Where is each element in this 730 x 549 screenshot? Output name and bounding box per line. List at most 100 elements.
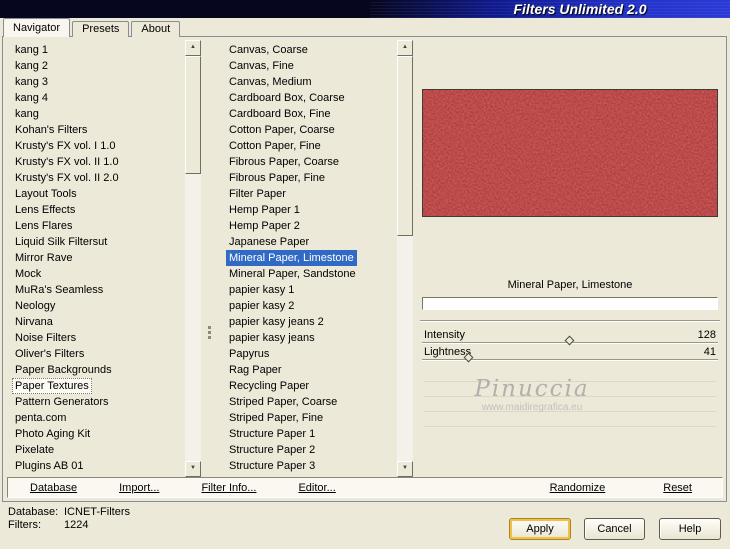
category-list-item[interactable]: MuRa's Seamless	[12, 282, 106, 298]
banner: Filters Unlimited 2.0	[370, 0, 730, 18]
filter-list-item[interactable]: Canvas, Medium	[226, 74, 315, 90]
import-button[interactable]: Import...	[119, 482, 159, 494]
category-list-item[interactable]: Layout Tools	[12, 186, 80, 202]
filter-list-item[interactable]: Fibrous Paper, Coarse	[226, 154, 342, 170]
divider-line	[424, 426, 716, 427]
category-list-item[interactable]: Krusty's FX vol. II 1.0	[12, 154, 122, 170]
category-list-item[interactable]: kang 3	[12, 74, 51, 90]
filter-list-item[interactable]: Striped Paper, Fine	[226, 410, 326, 426]
slider-value: 128	[697, 329, 716, 341]
category-list-item[interactable]: Plugins AB 01	[12, 458, 87, 474]
slider-label: Intensity	[424, 329, 465, 341]
category-list-item[interactable]: Pattern Generators	[12, 394, 112, 410]
editor-button[interactable]: Editor...	[298, 482, 335, 494]
category-scrollbar[interactable]: ▲ ▼	[185, 40, 201, 477]
filter-list-item[interactable]: papier kasy 2	[226, 298, 297, 314]
toolbar: Database Import... Filter Info... Editor…	[7, 477, 723, 498]
filter-list-item[interactable]: papier kasy 1	[226, 282, 297, 298]
cancel-button[interactable]: Cancel	[584, 518, 645, 540]
filter-list: Canvas, Coarse Canvas, Fine Canvas, Medium…	[214, 40, 397, 477]
filter-list-item[interactable]: Structure Paper 2	[226, 442, 318, 458]
watermark-name: Pinuccia	[474, 376, 590, 402]
watermark-url: www.maidiregrafica.eu	[481, 402, 583, 413]
category-list-item[interactable]: Krusty's FX vol. I 1.0	[12, 138, 119, 154]
filter-list-item[interactable]: Mineral Paper, Sandstone	[226, 266, 359, 282]
divider	[420, 320, 720, 322]
category-list-item[interactable]: Mirror Rave	[12, 250, 75, 266]
filter-list-item[interactable]: Rag Paper	[226, 362, 285, 378]
filter-list-item[interactable]: Cotton Paper, Coarse	[226, 122, 338, 138]
database-status-label: Database:	[8, 506, 59, 518]
randomize-button[interactable]: Randomize	[550, 482, 606, 494]
tab-strip: Navigator Presets About	[3, 18, 182, 37]
scroll-up-arrow-icon[interactable]: ▲	[185, 40, 201, 56]
filter-list-item[interactable]: papier kasy jeans	[226, 330, 318, 346]
filter-list-item[interactable]: Striped Paper, Coarse	[226, 394, 340, 410]
reset-button[interactable]: Reset	[663, 482, 692, 494]
category-list-item[interactable]: Liquid Silk Filtersut	[12, 234, 110, 250]
filters-count-value: 1224	[64, 519, 89, 531]
filter-list-item[interactable]: Hemp Paper 2	[226, 218, 303, 234]
filter-list-item[interactable]: Japanese Paper	[226, 234, 312, 250]
category-list-item[interactable]: penta.com	[12, 410, 69, 426]
filter-list-item[interactable]: Mineral Paper, Limestone	[226, 250, 357, 266]
category-list-item[interactable]: Krusty's FX vol. II 2.0	[12, 170, 122, 186]
filters-count-label: Filters:	[8, 519, 41, 531]
category-list-item[interactable]: Lens Flares	[12, 218, 75, 234]
scroll-up-arrow-icon[interactable]: ▲	[397, 40, 413, 56]
category-list-item[interactable]: Oliver's Filters	[12, 346, 87, 362]
filter-list-item[interactable]: Hemp Paper 1	[226, 202, 303, 218]
filter-list-item[interactable]: Structure Paper 1	[226, 426, 318, 442]
database-button[interactable]: Database	[30, 482, 77, 494]
intensity-slider-row: Intensity 128	[422, 329, 718, 346]
filter-list-item[interactable]: Canvas, Coarse	[226, 42, 311, 58]
tab-about[interactable]: About	[131, 21, 181, 37]
filter-list-item[interactable]: Cotton Paper, Fine	[226, 138, 324, 154]
filter-list-item[interactable]: Recycling Paper	[226, 378, 312, 394]
category-list-item[interactable]: Photo Aging Kit	[12, 426, 93, 442]
category-list-item[interactable]: kang 4	[12, 90, 51, 106]
filter-list-item[interactable]: Cardboard Box, Fine	[226, 106, 334, 122]
progress-bar	[422, 297, 718, 310]
scrollbar-thumb[interactable]	[397, 56, 413, 236]
category-list-item[interactable]: kang	[12, 106, 42, 122]
category-list-item[interactable]: Kohan's Filters	[12, 122, 90, 138]
category-list-item[interactable]: kang 1	[12, 42, 51, 58]
filter-list-item[interactable]: Canvas, Fine	[226, 58, 297, 74]
scroll-down-arrow-icon[interactable]: ▼	[185, 461, 201, 477]
tab-navigator[interactable]: Navigator	[3, 18, 71, 37]
toolbar-left-group: Database Import... Filter Info... Editor…	[30, 482, 336, 494]
category-list-item[interactable]: Lens Effects	[12, 202, 78, 218]
preview-caption: Mineral Paper, Limestone	[507, 279, 633, 291]
lightness-slider-row: Lightness 41	[422, 346, 718, 363]
help-button[interactable]: Help	[659, 518, 721, 540]
category-list-item[interactable]: Nirvana	[12, 314, 56, 330]
toolbar-right-group: Randomize Reset	[550, 482, 692, 494]
watermark: Pinuccia www.maidiregrafica.eu	[432, 376, 632, 413]
filter-scrollbar[interactable]: ▲ ▼	[397, 40, 413, 477]
category-list-item[interactable]: Noise Filters	[12, 330, 79, 346]
filters-unlimited-dialog: Filters Unlimited 2.0 Navigator Presets …	[0, 0, 730, 549]
category-list-item[interactable]: Mock	[12, 266, 44, 282]
filter-list-item[interactable]: papier kasy jeans 2	[226, 314, 327, 330]
tab-presets[interactable]: Presets	[72, 21, 130, 37]
slider-value: 41	[703, 346, 716, 358]
category-list-item[interactable]: Paper Textures	[12, 378, 92, 394]
app-title: Filters Unlimited 2.0	[513, 1, 647, 17]
scroll-down-arrow-icon[interactable]: ▼	[397, 461, 413, 477]
filter-list-item[interactable]: Filter Paper	[226, 186, 289, 202]
category-list-item[interactable]: Pixelate	[12, 442, 57, 458]
filter-list-item[interactable]: Fibrous Paper, Fine	[226, 170, 328, 186]
category-list-item[interactable]: Paper Backgrounds	[12, 362, 115, 378]
database-status-value: ICNET-Filters	[64, 506, 130, 518]
list-splitter-grip[interactable]	[208, 326, 211, 329]
filter-list-item[interactable]: Cardboard Box, Coarse	[226, 90, 348, 106]
filter-list-item[interactable]: Structure Paper 3	[226, 458, 318, 474]
filter-list-item[interactable]: Papyrus	[226, 346, 272, 362]
category-list-item[interactable]: kang 2	[12, 58, 51, 74]
scrollbar-thumb[interactable]	[185, 56, 201, 174]
category-list-item[interactable]: Neology	[12, 298, 58, 314]
filter-info-button[interactable]: Filter Info...	[201, 482, 256, 494]
category-list: kang 1 kang 2 kang 3 kang 4 kang Kohan's Filt…	[8, 40, 185, 477]
apply-button[interactable]: Apply	[509, 518, 571, 540]
